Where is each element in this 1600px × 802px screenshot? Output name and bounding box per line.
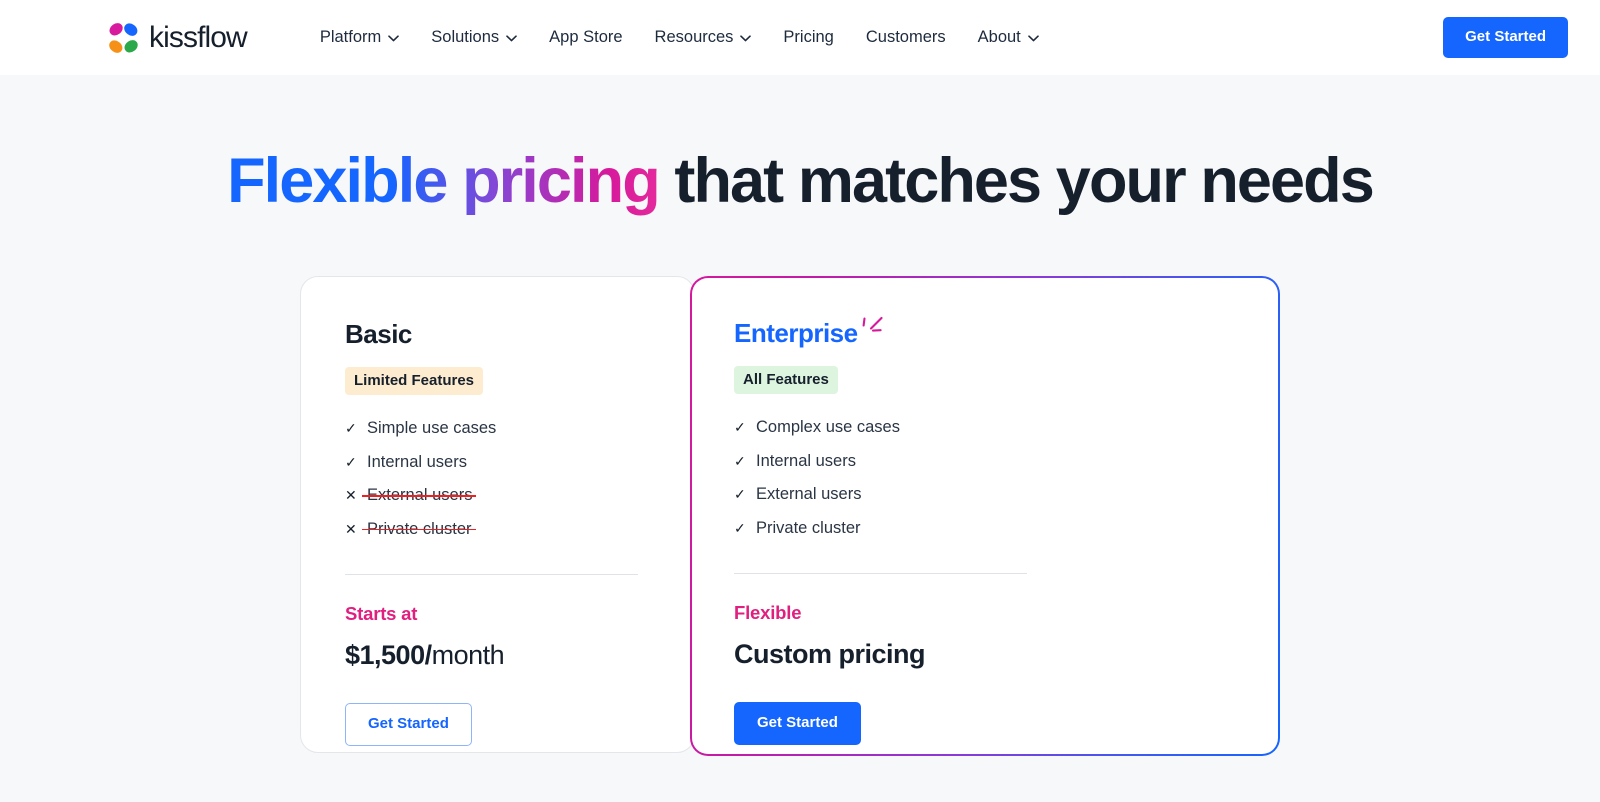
price-label: Flexible xyxy=(734,601,802,623)
sparkle-icon xyxy=(860,316,888,340)
feature-list-basic: ✓ Simple use cases ✓ Internal users ✕ Ex… xyxy=(345,412,650,546)
status-badge: All Features xyxy=(734,366,838,394)
basic-title-row: Basic xyxy=(345,321,650,347)
page-title: Flexible pricing that matches your needs xyxy=(0,75,1600,216)
list-item: ✓ Internal users xyxy=(734,444,1234,478)
price-period: month xyxy=(431,640,505,671)
enterprise-title-row: Enterprise xyxy=(734,317,1234,349)
hero-section: Flexible pricing that matches your needs… xyxy=(0,75,1600,802)
status-badge: Limited Features xyxy=(345,367,484,395)
feature-label: Internal users xyxy=(367,452,467,471)
check-icon: ✓ xyxy=(734,419,746,436)
pricing-card-enterprise: Enterprise All Features ✓ Complex use ca… xyxy=(690,276,1280,756)
list-item: ✕ External users xyxy=(345,479,650,513)
list-item: ✓ Simple use cases xyxy=(345,412,650,446)
pricing-card-basic: Basic Limited Features ✓ Simple use case… xyxy=(300,276,695,754)
nav-item-app-store[interactable]: App Store xyxy=(549,29,622,46)
divider xyxy=(734,572,1027,574)
site-header: kissflow Platform Solutions App Store Re… xyxy=(0,0,1600,75)
header-get-started-button[interactable]: Get Started xyxy=(1443,17,1568,58)
brand-logo-link[interactable]: kissflow xyxy=(106,20,248,55)
price-value: $1,500/month xyxy=(345,640,650,671)
page-title-plain-part: that matches your needs xyxy=(658,146,1374,216)
nav-item-label: About xyxy=(977,28,1021,47)
feature-label: External users xyxy=(756,485,862,504)
check-icon: ✓ xyxy=(734,519,746,536)
feature-list-enterprise: ✓ Complex use cases ✓ Internal users ✓ E… xyxy=(734,411,1234,545)
feature-label: Private cluster xyxy=(756,518,861,537)
cross-icon: ✕ xyxy=(345,520,357,537)
kissflow-butterfly-logo-icon xyxy=(106,20,140,55)
nav-item-pricing[interactable]: Pricing xyxy=(783,29,833,46)
price-value: Custom pricing xyxy=(734,639,926,670)
nav-item-about[interactable]: About xyxy=(978,29,1039,46)
check-icon: ✓ xyxy=(345,453,357,470)
brand-name: kissflow xyxy=(149,20,248,54)
check-icon: ✓ xyxy=(734,452,746,469)
feature-label: Internal users xyxy=(756,451,856,470)
nav-item-label: Solutions xyxy=(431,28,500,47)
main-navigation: Platform Solutions App Store Resources P… xyxy=(320,29,1039,46)
feature-label: Simple use cases xyxy=(367,419,497,438)
cross-icon: ✕ xyxy=(345,487,357,504)
nav-item-label: Pricing xyxy=(783,28,834,47)
plan-name: Basic xyxy=(345,319,412,350)
list-item: ✓ Internal users xyxy=(345,445,650,479)
chevron-down-icon xyxy=(1027,35,1039,42)
nav-item-label: Platform xyxy=(319,28,382,47)
feature-label: Private cluster xyxy=(362,519,476,538)
nav-item-solutions[interactable]: Solutions xyxy=(431,29,517,46)
plan-name: Enterprise xyxy=(734,318,858,349)
enterprise-get-started-button[interactable]: Get Started xyxy=(734,702,861,745)
page-title-gradient-part: Flexible pricing xyxy=(227,146,661,216)
chevron-down-icon xyxy=(388,35,400,42)
chevron-down-icon xyxy=(740,35,752,42)
check-icon: ✓ xyxy=(734,486,746,503)
divider xyxy=(345,573,638,575)
nav-item-label: Customers xyxy=(865,28,946,47)
list-item: ✕ Private cluster xyxy=(345,512,650,546)
nav-item-resources[interactable]: Resources xyxy=(655,29,752,46)
check-icon: ✓ xyxy=(345,420,357,437)
basic-get-started-button[interactable]: Get Started xyxy=(345,703,472,746)
list-item: ✓ Complex use cases xyxy=(734,411,1234,445)
nav-item-label: Resources xyxy=(654,28,734,47)
feature-label: External users xyxy=(361,486,477,505)
pricing-plans-container: Basic Limited Features ✓ Simple use case… xyxy=(300,276,1300,756)
price-label: Starts at xyxy=(345,602,418,624)
list-item: ✓ Private cluster xyxy=(734,511,1234,545)
nav-item-customers[interactable]: Customers xyxy=(866,29,946,46)
nav-item-platform[interactable]: Platform xyxy=(319,28,400,47)
nav-item-label: App Store xyxy=(549,28,623,47)
list-item: ✓ External users xyxy=(734,478,1234,512)
price-amount: $1,500/ xyxy=(345,640,432,671)
chevron-down-icon xyxy=(506,35,517,42)
feature-label: Complex use cases xyxy=(756,418,900,437)
